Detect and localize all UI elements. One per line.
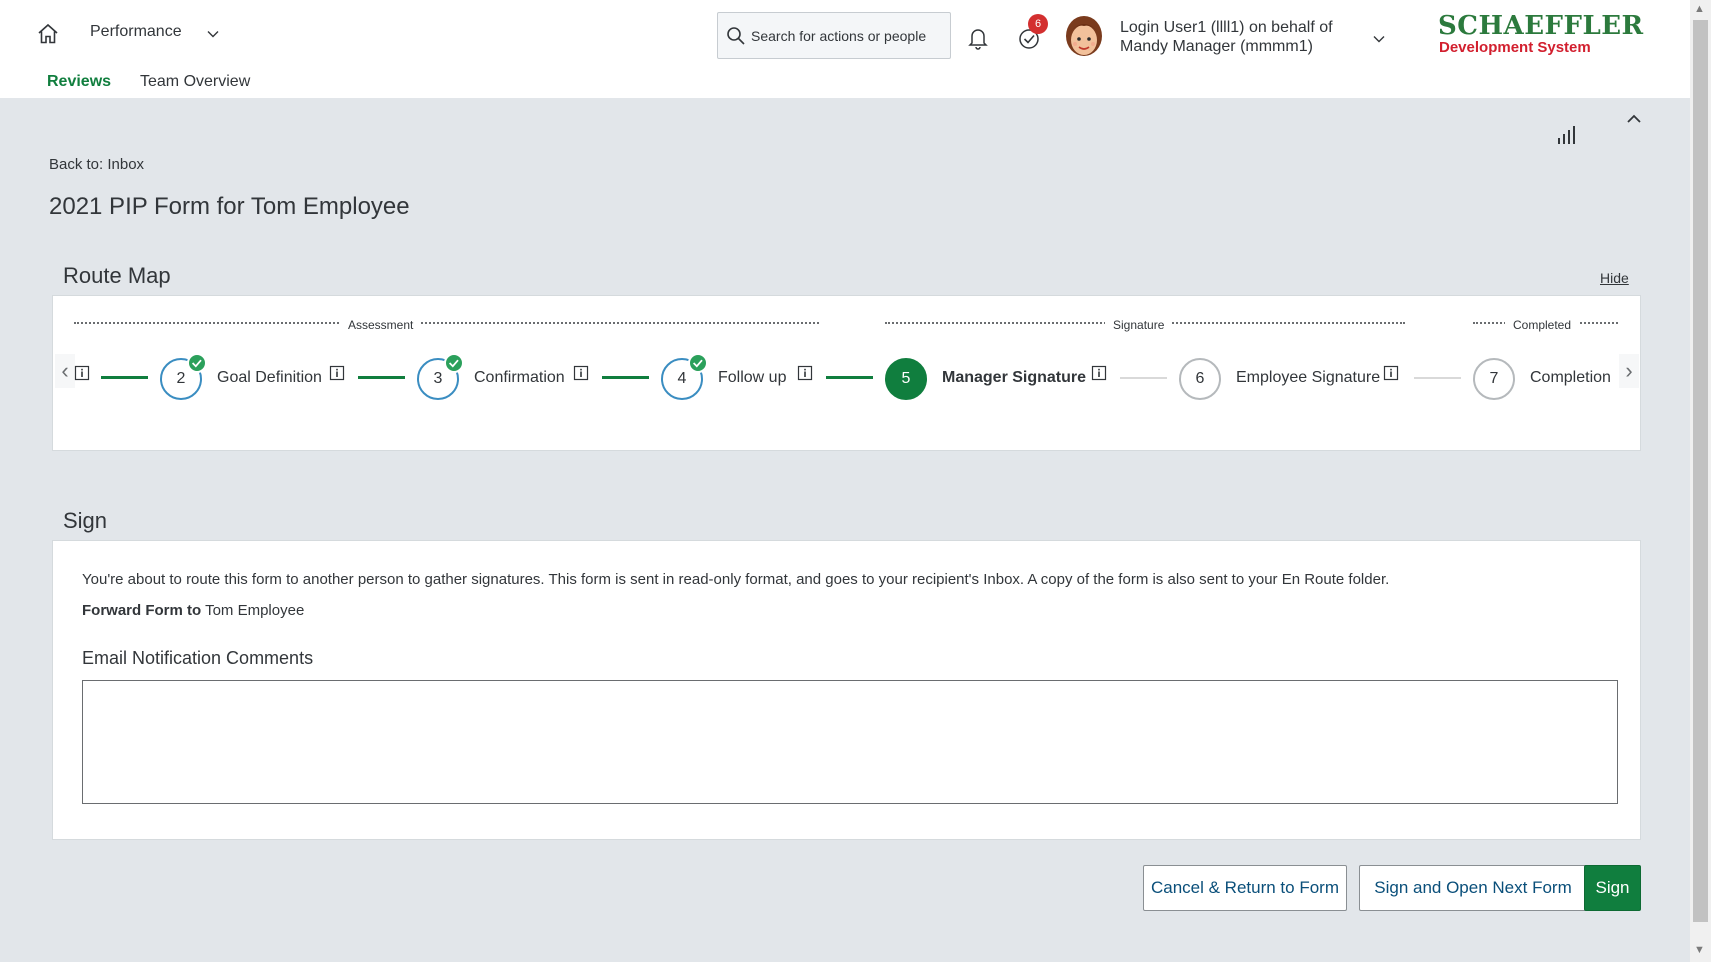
step-circle-2[interactable]: 2 xyxy=(160,353,207,400)
info-icon[interactable] xyxy=(797,365,813,381)
step-connector xyxy=(826,376,873,379)
info-icon[interactable] xyxy=(1383,365,1399,381)
info-icon[interactable] xyxy=(329,365,345,381)
module-name[interactable]: Performance xyxy=(90,23,182,41)
logo-wordmark: SCHAEFFLER xyxy=(1438,11,1644,41)
logo-subtitle: Development System xyxy=(1439,39,1591,56)
step-connector xyxy=(358,376,405,379)
step-circle-4[interactable]: 4 xyxy=(661,353,708,400)
forward-label: Forward Form to xyxy=(82,602,202,619)
forward-recipient: Tom Employee xyxy=(205,602,305,619)
step-number: 4 xyxy=(677,370,687,387)
step-circle-7[interactable]: 7 xyxy=(1473,358,1515,400)
info-icon[interactable] xyxy=(573,365,589,381)
group-assessment: Assessment xyxy=(74,318,819,332)
route-map-panel: Assessment Signature Completed ‹ › 2 Goa… xyxy=(52,295,1641,451)
step-connector xyxy=(101,376,148,379)
shell-header: Performance Search for actions or people… xyxy=(0,0,1690,98)
info-icon[interactable] xyxy=(74,365,90,381)
chevron-down-icon[interactable] xyxy=(206,27,220,41)
collapse-icon[interactable] xyxy=(1625,112,1643,126)
back-link[interactable]: Back to: Inbox xyxy=(49,156,144,173)
tab-reviews[interactable]: Reviews xyxy=(47,73,111,91)
step-circle-5[interactable]: 5 xyxy=(885,358,927,400)
cancel-return-button[interactable]: Cancel & Return to Form xyxy=(1143,865,1347,911)
step-number: 2 xyxy=(176,370,186,387)
page-scrollbar[interactable]: ▲ ▼ xyxy=(1690,0,1711,962)
info-icon[interactable] xyxy=(1091,365,1107,381)
step-label[interactable]: Follow up xyxy=(718,369,786,387)
step-label[interactable]: Employee Signature xyxy=(1236,369,1380,387)
sign-open-next-button[interactable]: Sign and Open Next Form xyxy=(1359,865,1587,911)
company-logo: SCHAEFFLER Development System xyxy=(1438,11,1644,56)
step-number: 3 xyxy=(433,370,443,387)
step-label[interactable]: Completion xyxy=(1530,369,1611,387)
avatar[interactable] xyxy=(1063,14,1105,62)
step-connector xyxy=(602,376,649,379)
step-connector xyxy=(1414,377,1461,379)
user-menu[interactable]: Login User1 (llll1) on behalf of Mandy M… xyxy=(1120,18,1370,56)
step-number: 5 xyxy=(901,370,911,387)
scrollbar-thumb[interactable] xyxy=(1693,20,1708,922)
route-map-title: Route Map xyxy=(63,263,171,288)
email-comments-label: Email Notification Comments xyxy=(82,648,314,668)
sign-button[interactable]: Sign xyxy=(1584,865,1641,911)
scroll-right-arrow[interactable]: › xyxy=(1619,354,1639,388)
step-circle-6[interactable]: 6 xyxy=(1179,358,1221,400)
step-number: 6 xyxy=(1195,370,1205,387)
group-label: Signature xyxy=(1105,318,1173,332)
sign-description: You're about to route this form to anoth… xyxy=(82,571,1390,588)
sign-section-title: Sign xyxy=(63,508,108,533)
scroll-up-arrow[interactable]: ▲ xyxy=(1694,3,1705,15)
hide-link[interactable]: Hide xyxy=(1600,270,1629,286)
tab-team-overview[interactable]: Team Overview xyxy=(140,73,250,91)
sign-panel: You're about to route this form to anoth… xyxy=(52,540,1641,840)
scroll-down-arrow[interactable]: ▼ xyxy=(1694,944,1705,956)
page-content: Back to: Inbox 2021 PIP Form for Tom Emp… xyxy=(0,98,1690,962)
step-connector xyxy=(1120,377,1167,379)
step-label[interactable]: Confirmation xyxy=(474,369,565,387)
bell-icon[interactable] xyxy=(967,26,989,50)
step-label[interactable]: Goal Definition xyxy=(217,369,322,387)
todo-count-badge: 6 xyxy=(1028,14,1048,34)
email-comments-textarea[interactable] xyxy=(82,680,1618,804)
search-icon xyxy=(727,27,745,45)
search-placeholder: Search for actions or people xyxy=(751,28,927,44)
group-signature: Signature xyxy=(885,318,1405,332)
user-line-2: Mandy Manager (mmmm1) xyxy=(1120,38,1313,55)
group-completed: Completed xyxy=(1473,318,1618,332)
search-input[interactable]: Search for actions or people xyxy=(717,12,951,59)
group-label: Assessment xyxy=(340,318,422,332)
chart-icon[interactable] xyxy=(1556,125,1578,145)
chevron-down-icon[interactable] xyxy=(1372,32,1386,46)
step-label[interactable]: Manager Signature xyxy=(942,369,1086,387)
user-line-1: Login User1 (llll1) on behalf of xyxy=(1120,19,1333,36)
check-icon xyxy=(444,353,464,373)
page-title: 2021 PIP Form for Tom Employee xyxy=(49,193,410,220)
scroll-left-arrow[interactable]: ‹ xyxy=(55,354,75,388)
step-circle-3[interactable]: 3 xyxy=(417,353,464,400)
check-icon xyxy=(187,353,207,373)
home-icon[interactable] xyxy=(36,22,60,46)
forward-form-line: Forward Form to Tom Employee xyxy=(82,602,304,619)
group-label: Completed xyxy=(1505,318,1580,332)
step-number: 7 xyxy=(1489,370,1499,387)
check-icon xyxy=(688,353,708,373)
